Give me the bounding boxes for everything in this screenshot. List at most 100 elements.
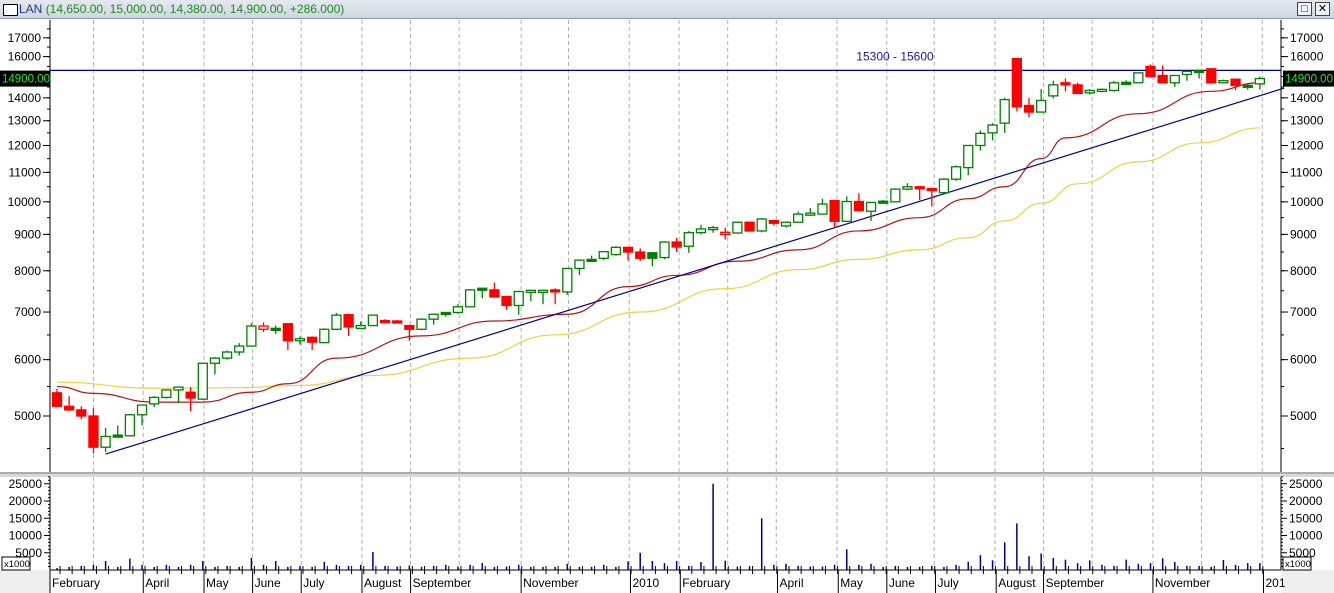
- candle-body: [197, 362, 208, 400]
- price-tick-label-left: 8000: [14, 264, 41, 278]
- candle-body: [477, 287, 488, 291]
- month-label: February: [682, 576, 730, 590]
- candle-body: [975, 132, 986, 147]
- last-price-label-right: 14900.00: [1285, 74, 1333, 86]
- price-tick-label-left: 14000: [8, 91, 42, 105]
- candle-body: [258, 325, 269, 330]
- price-tick-label-left: 7000: [14, 305, 41, 319]
- volume-tick-label-right: 25000: [1289, 477, 1323, 491]
- price-tick-label-right: 5000: [1290, 409, 1317, 423]
- candle-body: [355, 324, 366, 329]
- candle-body: [768, 219, 779, 224]
- price-tick-label-right: 11000: [1290, 165, 1323, 179]
- candle-body: [64, 405, 75, 411]
- candle-body: [331, 314, 342, 330]
- candle-body: [246, 325, 257, 347]
- chart-title-bar: LAN (14,650.00, 15,000.00, 14,380.00, 14…: [0, 0, 1334, 19]
- candle-body: [379, 319, 391, 324]
- candle-body: [586, 258, 597, 263]
- candle-body: [805, 212, 816, 216]
- price-chart[interactable]: 17000 17000 16000 16000 14000 14000 13000 13000…: [0, 19, 1334, 593]
- candle-body: [610, 246, 622, 256]
- candle-body: [525, 289, 536, 293]
- price-tick-label-right: 16000: [1290, 50, 1324, 64]
- candle-body: [817, 203, 828, 215]
- candle-body: [1096, 88, 1108, 93]
- candle-body: [149, 396, 160, 405]
- candle-body: [1206, 68, 1217, 84]
- candle-body: [221, 351, 233, 359]
- candle-body: [853, 200, 865, 212]
- candle-body: [343, 314, 354, 328]
- month-label: May: [206, 576, 229, 590]
- candle-body: [537, 289, 549, 293]
- candle-body: [124, 414, 136, 437]
- month-label: July: [303, 576, 324, 590]
- price-tick-label-left: 10000: [8, 195, 42, 209]
- candle-body: [890, 188, 901, 203]
- candle-body: [209, 357, 221, 364]
- candle-body: [756, 218, 767, 232]
- price-tick-label-left: 12000: [8, 138, 42, 152]
- restore-button[interactable]: □: [1297, 2, 1312, 16]
- price-tick-label-left: 6000: [14, 353, 41, 367]
- candle-body: [950, 166, 962, 180]
- candle-body: [100, 435, 111, 448]
- candle-body: [938, 178, 950, 194]
- volume-unit-label-left: x1000: [4, 559, 30, 570]
- last-price-label-left: 14900.00: [2, 74, 50, 86]
- price-tick-label-left: 9000: [14, 227, 41, 241]
- month-label: August: [998, 576, 1036, 590]
- candle-body: [963, 144, 974, 169]
- close-button[interactable]: ✕: [1315, 2, 1330, 16]
- month-label: November: [523, 576, 578, 590]
- candle-body: [1157, 74, 1168, 84]
- candle-body: [1072, 84, 1083, 95]
- month-label: June: [889, 576, 915, 590]
- candle-body: [428, 313, 439, 320]
- volume-tick-label-left: 25000: [9, 477, 43, 491]
- candle-body: [76, 409, 87, 417]
- candle-body: [1060, 82, 1071, 86]
- candle-body: [136, 404, 148, 416]
- candle-body: [234, 345, 245, 353]
- volume-tick-label-left: 15000: [9, 511, 43, 525]
- price-tick-label-right: 7000: [1290, 305, 1317, 319]
- candle-body: [51, 392, 63, 407]
- price-tick-label-right: 14000: [1290, 91, 1324, 105]
- candle-body: [489, 289, 500, 298]
- month-label: February: [52, 576, 100, 590]
- candle-body: [416, 318, 427, 330]
- candle-body: [1242, 84, 1253, 88]
- candle-body: [598, 251, 609, 259]
- candle-body: [173, 386, 184, 391]
- candle-body: [306, 336, 318, 343]
- candle-body: [185, 391, 196, 399]
- candle-body: [440, 311, 451, 316]
- candle-body: [1084, 89, 1095, 94]
- candle-body: [1230, 78, 1241, 87]
- price-tick-label-right: 8000: [1290, 264, 1317, 278]
- candle-body: [999, 98, 1010, 124]
- candle-body: [1193, 69, 1205, 74]
- month-label: August: [364, 576, 402, 590]
- candle-body: [1108, 82, 1120, 92]
- month-label: May: [840, 576, 863, 590]
- candle-body: [367, 314, 379, 327]
- price-tick-label-left: 16000: [8, 50, 42, 64]
- price-tick-label-right: 9000: [1290, 227, 1317, 241]
- candle-body: [926, 187, 937, 192]
- month-label: April: [779, 576, 803, 590]
- candle-body: [1181, 70, 1193, 76]
- month-label: June: [255, 576, 281, 590]
- month-label: September: [413, 576, 472, 590]
- candle-body: [780, 221, 792, 227]
- candle-body: [319, 328, 330, 344]
- volume-tick-label-left: 10000: [9, 529, 43, 543]
- candle-body: [1133, 72, 1144, 84]
- price-tick-label-left: 5000: [14, 409, 41, 423]
- candle-body: [452, 306, 464, 314]
- resistance-label: 15300 - 15600: [856, 49, 934, 63]
- candle-body: [902, 186, 913, 190]
- candle-body: [1254, 77, 1265, 85]
